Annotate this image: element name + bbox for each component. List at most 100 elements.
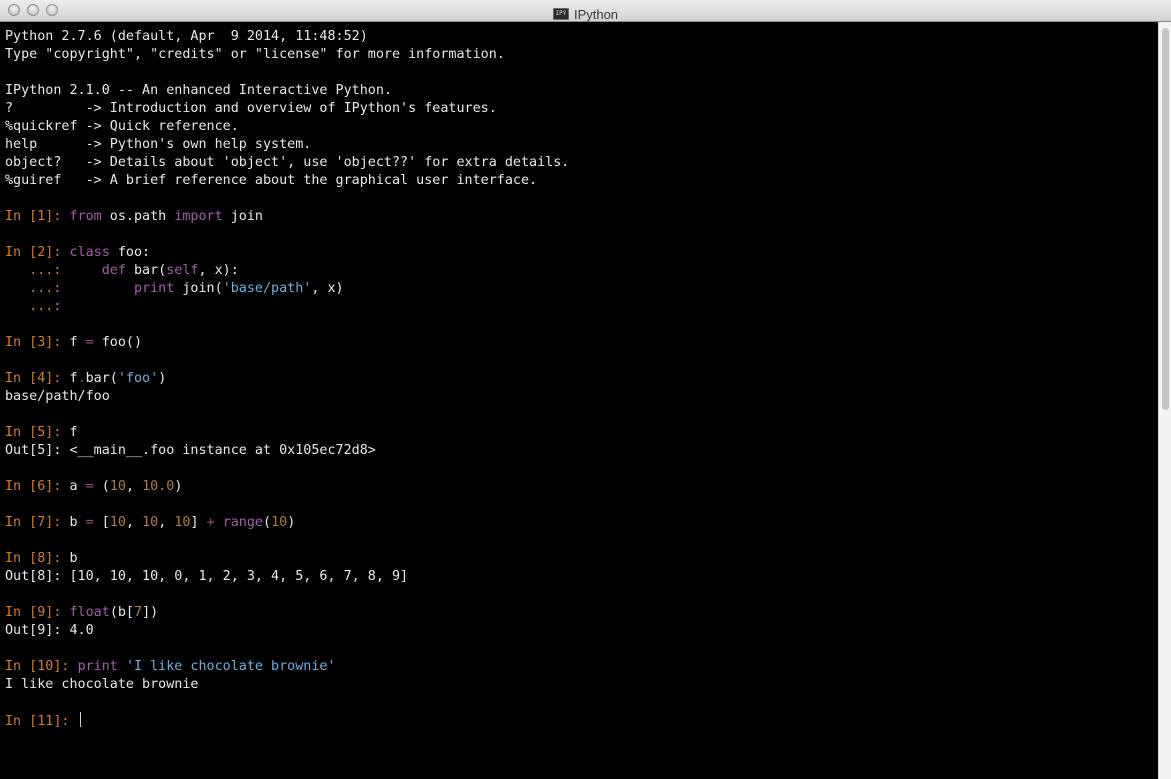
- code-text: ]): [142, 605, 159, 620]
- string-literal: 'I like chocolate brownie': [125, 659, 336, 674]
- code-text: f: [69, 425, 78, 440]
- help-line: %guiref -> A brief reference about the g…: [5, 173, 538, 188]
- number-literal: 10: [271, 515, 288, 530]
- input-line: In [4]: f.bar('foo'): [5, 370, 1153, 388]
- code-text: foo:: [109, 245, 151, 260]
- keyword: print: [77, 659, 118, 674]
- banner-line: Type "copyright", "credits" or "license"…: [5, 47, 505, 62]
- code-text: os.path: [101, 209, 175, 224]
- help-line: object? -> Details about 'object', use '…: [5, 155, 570, 170]
- code-text: ): [158, 371, 167, 386]
- code-text: , x):: [198, 263, 239, 278]
- code-text: bar(: [85, 371, 118, 386]
- keyword: print: [134, 281, 175, 296]
- output-prompt: Out[8]:: [5, 569, 70, 584]
- input-prompt: In [4]:: [5, 371, 70, 386]
- input-line: In [1]: from os.path import join: [5, 208, 1153, 226]
- code-text: join: [222, 209, 263, 224]
- keyword: def: [101, 263, 126, 278]
- output-line: Out[8]: [10, 10, 10, 0, 1, 2, 3, 4, 5, 6…: [5, 568, 1153, 586]
- input-line: In [9]: float(b[7]): [5, 604, 1153, 622]
- output-line: Out[9]: 4.0: [5, 622, 1153, 640]
- operator: =: [85, 335, 94, 350]
- code-text: ): [287, 515, 296, 530]
- code-text: (: [93, 479, 110, 494]
- input-prompt: In [2]:: [5, 245, 70, 260]
- output-line: Out[5]: <__main__.foo instance at 0x105e…: [5, 442, 1153, 460]
- code-text: [: [93, 515, 110, 530]
- code-text: b: [69, 551, 78, 566]
- input-prompt: In [8]:: [5, 551, 70, 566]
- ipython-app-icon: IPY: [552, 8, 569, 20]
- continuation-prompt: ...:: [5, 281, 70, 296]
- output-prompt: Out[5]:: [5, 443, 70, 458]
- keyword: from: [69, 209, 102, 224]
- input-prompt: In [9]:: [5, 605, 70, 620]
- help-line: ? -> Introduction and overview of IPytho…: [5, 101, 497, 116]
- terminal-output[interactable]: Python 2.7.6 (default, Apr 9 2014, 11:48…: [0, 22, 1158, 779]
- number-literal: 10: [142, 515, 159, 530]
- input-line: In [2]: class foo:: [5, 244, 1153, 262]
- keyword: class: [69, 245, 110, 260]
- input-line: In [10]: print 'I like chocolate brownie…: [5, 658, 1153, 676]
- code-text: ,: [125, 479, 143, 494]
- continuation-line: ...:: [5, 298, 1153, 316]
- title-bar[interactable]: IPY IPython: [0, 0, 1171, 22]
- code-text: f: [69, 371, 78, 386]
- output-text: <__main__.foo instance at 0x105ec72d8>: [69, 443, 376, 458]
- code-text: a: [69, 479, 86, 494]
- active-input-line[interactable]: In [11]:: [5, 712, 1153, 730]
- string-literal: 'foo': [117, 371, 159, 386]
- code-text: ,: [158, 515, 175, 530]
- code-text: , x): [311, 281, 344, 296]
- code-text: join(: [174, 281, 223, 296]
- code-text: ): [174, 479, 183, 494]
- code-text: (: [263, 515, 272, 530]
- output-text: [10, 10, 10, 0, 1, 2, 3, 4, 5, 6, 7, 8, …: [69, 569, 409, 584]
- input-line: In [8]: b: [5, 550, 1153, 568]
- banner-line: Python 2.7.6 (default, Apr 9 2014, 11:48…: [5, 29, 368, 44]
- window-title: IPython: [573, 6, 619, 22]
- string-literal: 'base/path': [222, 281, 312, 296]
- continuation-line: ...: print join('base/path', x): [5, 280, 1153, 298]
- input-prompt: In [1]:: [5, 209, 70, 224]
- input-line: In [6]: a = (10, 10.0): [5, 478, 1153, 496]
- operator: .: [77, 371, 86, 386]
- code-text: ,: [125, 515, 143, 530]
- input-prompt: In [7]:: [5, 515, 70, 530]
- builtin-function: range: [222, 515, 263, 530]
- input-line: In [3]: f = foo(): [5, 334, 1153, 352]
- continuation-prompt: ...:: [5, 263, 70, 278]
- input-prompt: In [5]:: [5, 425, 70, 440]
- code-text: (b[: [109, 605, 134, 620]
- banner-line: IPython 2.1.0 -- An enhanced Interactive…: [5, 83, 392, 98]
- number-literal: 7: [134, 605, 143, 620]
- number-literal: 10.0: [142, 479, 175, 494]
- number-literal: 10: [109, 515, 126, 530]
- help-line: help -> Python's own help system.: [5, 137, 312, 152]
- keyword: import: [174, 209, 223, 224]
- input-prompt: In [3]:: [5, 335, 70, 350]
- operator: +: [206, 515, 215, 530]
- input-line: In [7]: b = [10, 10, 10] + range(10): [5, 514, 1153, 532]
- keyword: self: [166, 263, 199, 278]
- vertical-scrollbar[interactable]: [1158, 22, 1171, 779]
- scrollbar-thumb[interactable]: [1162, 28, 1169, 410]
- output-text: base/path/foo: [5, 389, 110, 404]
- operator: =: [85, 479, 94, 494]
- output-prompt: Out[9]:: [5, 623, 70, 638]
- code-text: b: [69, 515, 86, 530]
- continuation-prompt: ...:: [5, 299, 70, 314]
- input-prompt: In [11]:: [5, 714, 78, 729]
- help-line: %quickref -> Quick reference.: [5, 119, 239, 134]
- window-title-area: IPY IPython: [0, 3, 1171, 22]
- code-text: bar(: [125, 263, 167, 278]
- ipython-window: IPY IPython Python 2.7.6 (default, Apr 9…: [0, 0, 1171, 779]
- input-line: In [5]: f: [5, 424, 1153, 442]
- code-text: ]: [190, 515, 207, 530]
- output-text: 4.0: [69, 623, 94, 638]
- input-prompt: In [6]:: [5, 479, 70, 494]
